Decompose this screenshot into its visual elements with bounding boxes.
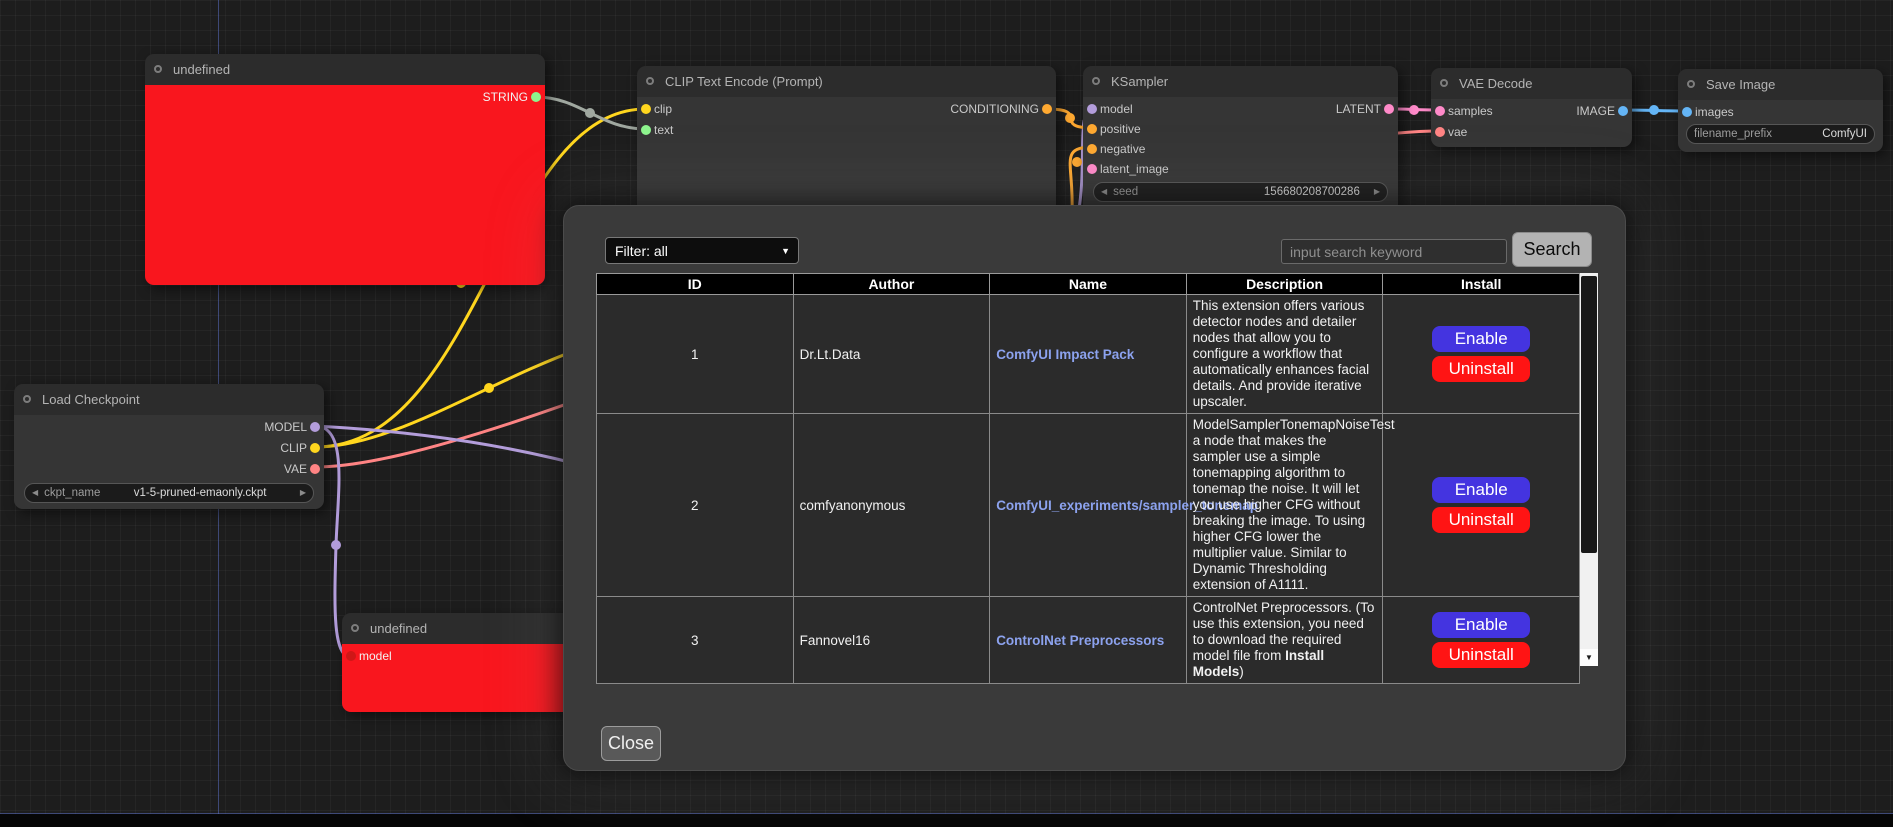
column-header: Description bbox=[1186, 274, 1383, 295]
scrollbar-down-arrow-icon[interactable]: ▼ bbox=[1580, 649, 1598, 666]
node-collapse-icon[interactable] bbox=[646, 77, 654, 85]
ckpt-name-widget[interactable]: ◀ ckpt_name v1-5-pruned-emaonly.ckpt ▶ bbox=[24, 483, 314, 503]
filename-prefix-widget[interactable]: filename_prefix ComfyUI bbox=[1686, 124, 1875, 144]
column-header: Name bbox=[990, 274, 1187, 295]
link-dot bbox=[1065, 113, 1075, 123]
images-input-slot[interactable] bbox=[1682, 107, 1692, 117]
node-title: undefined bbox=[370, 621, 427, 636]
extension-author: Fannovel16 bbox=[793, 597, 990, 684]
search-input[interactable] bbox=[1281, 239, 1507, 264]
extension-description: This extension offers various detector n… bbox=[1186, 295, 1383, 414]
table-header-row: IDAuthorNameDescriptionInstall bbox=[597, 274, 1580, 295]
extension-id: 2 bbox=[597, 414, 794, 597]
string-output-slot[interactable] bbox=[531, 92, 541, 102]
image-output-slot[interactable] bbox=[1618, 106, 1628, 116]
uninstall-button[interactable]: Uninstall bbox=[1432, 507, 1530, 533]
node-load-checkpoint[interactable]: Load Checkpoint MODEL CLIP VAE ◀ ckpt_na… bbox=[14, 384, 324, 509]
text-input-slot[interactable] bbox=[641, 125, 651, 135]
node-undefined-top[interactable]: undefined STRING bbox=[145, 54, 545, 285]
extension-install-cell: Enable Uninstall bbox=[1383, 597, 1580, 684]
latent-image-input-slot[interactable] bbox=[1087, 164, 1097, 174]
increment-arrow-icon[interactable]: ▶ bbox=[1374, 182, 1380, 202]
node-collapse-icon[interactable] bbox=[23, 395, 31, 403]
vae-input-slot[interactable] bbox=[1435, 127, 1445, 137]
install-custom-nodes-dialog: Filter: all ▼ Search IDAuthorNameDescrip… bbox=[563, 205, 1626, 771]
ckpt-name-value: v1-5-pruned-emaonly.ckpt bbox=[106, 487, 293, 499]
link-dot bbox=[331, 540, 341, 550]
node-title: VAE Decode bbox=[1459, 76, 1532, 91]
extension-id: 3 bbox=[597, 597, 794, 684]
next-arrow-icon[interactable]: ▶ bbox=[300, 483, 306, 503]
node-title: KSampler bbox=[1111, 74, 1168, 89]
link-dot bbox=[1072, 157, 1082, 167]
link-dot bbox=[484, 383, 494, 393]
decrement-arrow-icon[interactable]: ◀ bbox=[1101, 182, 1107, 202]
latent-output-slot[interactable] bbox=[1384, 104, 1394, 114]
node-title: CLIP Text Encode (Prompt) bbox=[665, 74, 823, 89]
link-dot bbox=[1409, 105, 1419, 115]
enable-button[interactable]: Enable bbox=[1432, 477, 1530, 503]
uninstall-button[interactable]: Uninstall bbox=[1432, 642, 1530, 668]
extension-author: comfyanonymous bbox=[793, 414, 990, 597]
node-collapse-icon[interactable] bbox=[1440, 79, 1448, 87]
node-save-image[interactable]: Save Image images filename_prefix ComfyU… bbox=[1678, 69, 1883, 152]
seed-value: 156680208700286 bbox=[1264, 186, 1360, 198]
node-collapse-icon[interactable] bbox=[351, 624, 359, 632]
column-header: Author bbox=[793, 274, 990, 295]
extension-install-cell: Enable Uninstall bbox=[1383, 414, 1580, 597]
extension-id: 1 bbox=[597, 295, 794, 414]
extension-link[interactable]: ControlNet Preprocessors bbox=[996, 633, 1164, 648]
clip-input-slot[interactable] bbox=[641, 104, 651, 114]
extension-row: 3 Fannovel16 ControlNet Preprocessors Co… bbox=[597, 597, 1580, 684]
clip-output-slot[interactable] bbox=[310, 443, 320, 453]
model-output-slot[interactable] bbox=[310, 422, 320, 432]
extension-row: 1 Dr.Lt.Data ComfyUI Impact Pack This ex… bbox=[597, 295, 1580, 414]
node-title: Load Checkpoint bbox=[42, 392, 140, 407]
uninstall-button[interactable]: Uninstall bbox=[1432, 356, 1530, 382]
column-header: Install bbox=[1383, 274, 1580, 295]
extension-install-cell: Enable Uninstall bbox=[1383, 295, 1580, 414]
table-scrollbar[interactable]: ▼ bbox=[1580, 273, 1598, 666]
extension-description: ModelSamplerTonemapNoiseTest a node that… bbox=[1186, 414, 1383, 597]
model-input-slot[interactable] bbox=[1087, 104, 1097, 114]
close-button[interactable]: Close bbox=[601, 726, 661, 761]
extensions-table-body: 1 Dr.Lt.Data ComfyUI Impact Pack This ex… bbox=[597, 295, 1580, 684]
filename-prefix-value: ComfyUI bbox=[1822, 128, 1867, 140]
vae-output-slot[interactable] bbox=[310, 464, 320, 474]
node-title: Save Image bbox=[1706, 77, 1775, 92]
enable-button[interactable]: Enable bbox=[1432, 326, 1530, 352]
node-vae-decode[interactable]: VAE Decode samples IMAGE vae bbox=[1431, 68, 1632, 147]
output-label: STRING bbox=[483, 87, 528, 108]
scrollbar-thumb[interactable] bbox=[1581, 276, 1597, 553]
node-undefined-bottom[interactable]: undefined model bbox=[342, 613, 582, 712]
node-collapse-icon[interactable] bbox=[1687, 80, 1695, 88]
positive-input-slot[interactable] bbox=[1087, 124, 1097, 134]
column-header: ID bbox=[597, 274, 794, 295]
extensions-table: IDAuthorNameDescriptionInstall 1 Dr.Lt.D… bbox=[596, 273, 1580, 684]
conditioning-output-slot[interactable] bbox=[1042, 104, 1052, 114]
extensions-table-zone: IDAuthorNameDescriptionInstall 1 Dr.Lt.D… bbox=[596, 273, 1599, 666]
node-title: undefined bbox=[173, 62, 230, 77]
node-collapse-icon[interactable] bbox=[1092, 77, 1100, 85]
samples-input-slot[interactable] bbox=[1435, 106, 1445, 116]
extension-row: 2 comfyanonymous ComfyUI_experiments/sam… bbox=[597, 414, 1580, 597]
search-button[interactable]: Search bbox=[1512, 232, 1592, 267]
seed-widget[interactable]: ◀ seed 156680208700286 ▶ bbox=[1093, 182, 1388, 202]
node-collapse-icon[interactable] bbox=[154, 65, 162, 73]
node-graph-canvas[interactable]: undefined STRING CLIP Text Encode (Promp… bbox=[0, 0, 1893, 827]
link-dot bbox=[1649, 105, 1659, 115]
extension-description: ControlNet Preprocessors. (To use this e… bbox=[1186, 597, 1383, 684]
filter-select[interactable]: Filter: all bbox=[605, 237, 799, 264]
canvas-bottom-bar bbox=[0, 814, 1893, 827]
extension-author: Dr.Lt.Data bbox=[793, 295, 990, 414]
link-dot bbox=[585, 108, 595, 118]
enable-button[interactable]: Enable bbox=[1432, 612, 1530, 638]
previous-arrow-icon[interactable]: ◀ bbox=[32, 483, 38, 503]
model-input-slot[interactable] bbox=[346, 651, 356, 661]
negative-input-slot[interactable] bbox=[1087, 144, 1097, 154]
extension-link[interactable]: ComfyUI Impact Pack bbox=[996, 347, 1134, 362]
